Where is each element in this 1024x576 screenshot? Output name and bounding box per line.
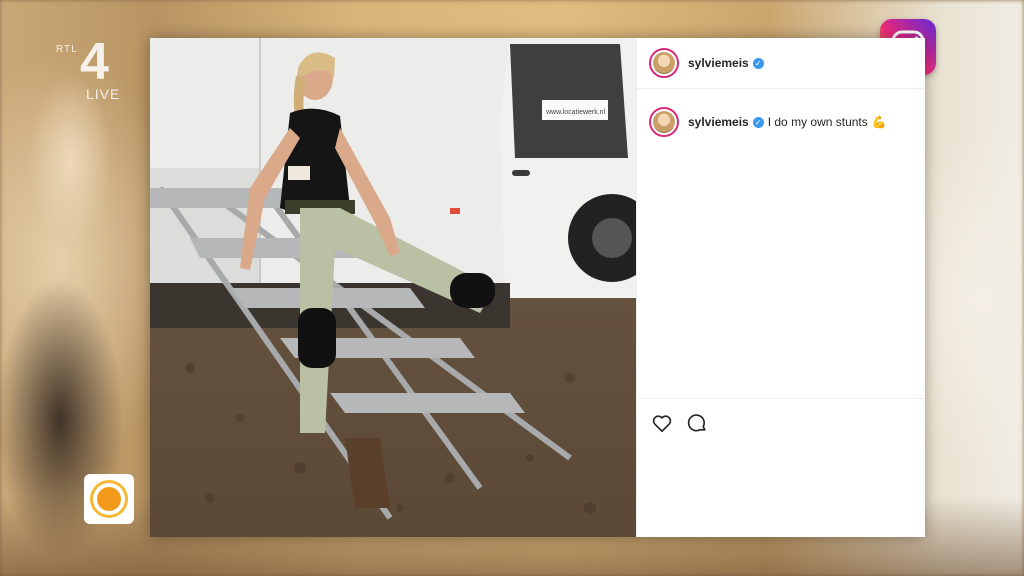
comment-bubble-icon[interactable] [684,410,710,436]
caption-avatar[interactable] [649,107,679,137]
sun-logo-core [97,487,121,511]
post-header: sylviemeis ✓ [637,38,925,89]
action-bar [637,398,925,446]
channel-logo: RTL 4 LIVE [56,36,122,104]
caption-username[interactable]: sylviemeis [688,115,749,129]
avatar[interactable] [649,48,679,78]
caption-avatar-image [653,111,675,133]
van-text: www.locatiewerk.nl [545,109,606,116]
channel-number: 4 [80,33,109,91]
flexed-bicep-icon: 💪 [871,115,887,129]
post-sidebar: sylviemeis ✓ sylviemeis ✓ I do my own st… [636,38,925,537]
channel-prefix: RTL [56,44,78,55]
header-username[interactable]: sylviemeis [688,56,749,70]
instagram-post-card: www.locatiewerk.nl sylviemeis ✓ sylvieme… [150,38,925,537]
caption-text: I do my own stunts [767,115,868,129]
live-indicator: LIVE [86,86,121,102]
caption-verified-badge-icon: ✓ [752,116,764,128]
post-photo: www.locatiewerk.nl [150,38,636,537]
verified-badge-icon: ✓ [752,57,764,69]
heart-icon[interactable] [649,410,675,436]
avatar-image [653,52,675,74]
caption-row: sylviemeis ✓ I do my own stunts 💪 [637,89,925,137]
sun-logo [84,474,134,524]
